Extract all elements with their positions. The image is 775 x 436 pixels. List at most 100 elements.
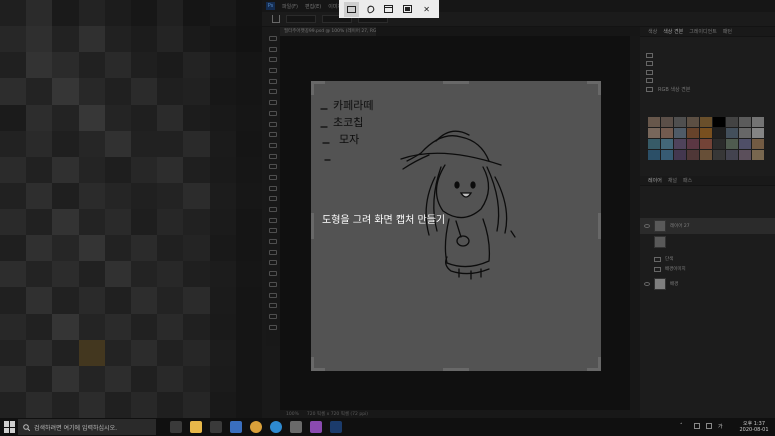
tool-icon[interactable] [269,249,277,255]
rectangle-snip-button[interactable] [343,1,359,17]
color-swatch[interactable] [713,128,725,138]
layer-row[interactable]: 단색 [640,254,775,264]
color-swatch[interactable] [648,150,660,160]
color-swatch[interactable] [687,150,699,160]
chevron-up-icon[interactable]: ˄ [680,423,686,429]
crop-handle-bottom-center[interactable] [443,368,469,371]
tool-icon[interactable] [269,239,277,245]
tab-gradients[interactable]: 그레이디언트 [689,28,717,35]
swatch-folder[interactable] [640,68,775,77]
tool-icon[interactable] [269,292,277,298]
tool-icon[interactable] [269,260,277,266]
home-icon[interactable] [272,15,280,23]
color-swatch[interactable] [648,128,660,138]
option-field[interactable] [286,15,316,23]
start-button[interactable] [4,421,16,433]
color-swatch[interactable] [752,128,764,138]
tool-icon[interactable] [269,100,277,106]
swatch-folder-open[interactable]: RGB 색상 견본 [640,85,775,94]
layer-row[interactable]: 배경 [640,276,775,292]
color-swatch[interactable] [739,117,751,127]
tool-icon[interactable] [269,281,277,287]
color-swatch[interactable] [726,128,738,138]
tool-icon[interactable] [269,217,277,223]
color-swatch[interactable] [700,117,712,127]
tool-icon[interactable] [269,207,277,212]
color-swatch[interactable] [713,150,725,160]
crop-handle-top-right[interactable] [598,81,601,95]
fullscreen-snip-button[interactable] [400,2,415,17]
eye-icon[interactable] [644,224,650,228]
crop-handle-top-left[interactable] [311,81,314,95]
tab-paths[interactable]: 패스 [683,177,692,184]
color-swatch[interactable] [713,117,725,127]
tab-swatches[interactable]: 색상 견본 [663,28,683,35]
close-snip-button[interactable]: ✕ [419,2,434,17]
color-swatch[interactable] [674,128,686,138]
freeform-snip-button[interactable] [363,2,378,17]
color-swatch[interactable] [687,117,699,127]
eye-icon[interactable] [644,282,650,286]
file-explorer-icon[interactable] [190,421,202,433]
tool-icon[interactable] [269,174,277,180]
tool-icon[interactable] [269,228,277,234]
color-swatch[interactable] [648,139,660,149]
tool-icon[interactable] [269,132,277,138]
swatch-folder[interactable] [640,60,775,69]
swatch-folder[interactable] [640,77,775,86]
color-swatch[interactable] [739,128,751,138]
edge-icon[interactable] [270,421,282,433]
clock-time[interactable]: 오후 1:37 [738,420,770,427]
tool-icon[interactable] [269,121,277,127]
tool-icon[interactable] [269,36,277,41]
keyboard-icon[interactable]: 가 [718,423,724,430]
tool-icon[interactable] [269,153,277,159]
chrome-icon[interactable] [250,421,262,433]
color-swatch[interactable] [726,150,738,160]
color-swatch[interactable] [674,117,686,127]
crop-handle-middle-right[interactable] [598,213,601,239]
crop-handle-bottom-left[interactable] [311,357,314,371]
tool-icon[interactable] [269,89,277,95]
tool-icon[interactable] [269,164,277,170]
menu-item-file[interactable]: 파일(F) [282,3,298,10]
color-swatch[interactable] [661,128,673,138]
color-swatch[interactable] [739,150,751,160]
color-swatch[interactable] [674,150,686,160]
tool-icon[interactable] [269,142,277,148]
color-swatch[interactable] [661,139,673,149]
tool-icon[interactable] [269,313,277,319]
tool-icon[interactable] [269,196,277,202]
photoshop-icon[interactable] [330,421,342,433]
color-swatch[interactable] [739,139,751,149]
tool-icon[interactable] [269,46,277,52]
task-view-icon[interactable] [170,421,182,433]
color-swatch[interactable] [700,150,712,160]
network-icon[interactable] [694,423,700,429]
document-tab[interactable]: 필터주어쨋꽁99.psd @ 100% (레이어 27, RGB/8#) [280,27,376,36]
color-swatch[interactable] [700,139,712,149]
window-snip-button[interactable] [381,2,396,17]
crop-handle-top-center[interactable] [443,81,469,84]
layer-row[interactable]: 레이어 27 [640,218,775,234]
color-swatch[interactable] [752,150,764,160]
tool-icon[interactable] [269,271,277,277]
layer-row[interactable] [640,234,775,250]
color-swatch[interactable] [713,139,725,149]
color-swatch[interactable] [648,117,660,127]
tab-layers[interactable]: 레이어 [648,177,662,184]
color-swatch[interactable] [726,117,738,127]
tool-icon[interactable] [269,68,277,74]
crop-handle-middle-left[interactable] [311,213,314,239]
tab-patterns[interactable]: 패턴 [723,28,732,35]
onenote-icon[interactable] [310,421,322,433]
tab-channels[interactable]: 채널 [668,177,677,184]
tab-color[interactable]: 색상 [648,28,657,35]
store-icon[interactable] [210,421,222,433]
color-swatch[interactable] [726,139,738,149]
settings-icon[interactable] [290,421,302,433]
taskbar-search-box[interactable]: 검색하려면 여기에 입력하십시오. [18,419,156,435]
color-swatch[interactable] [687,128,699,138]
color-swatch[interactable] [752,117,764,127]
tool-icon[interactable] [269,57,277,63]
